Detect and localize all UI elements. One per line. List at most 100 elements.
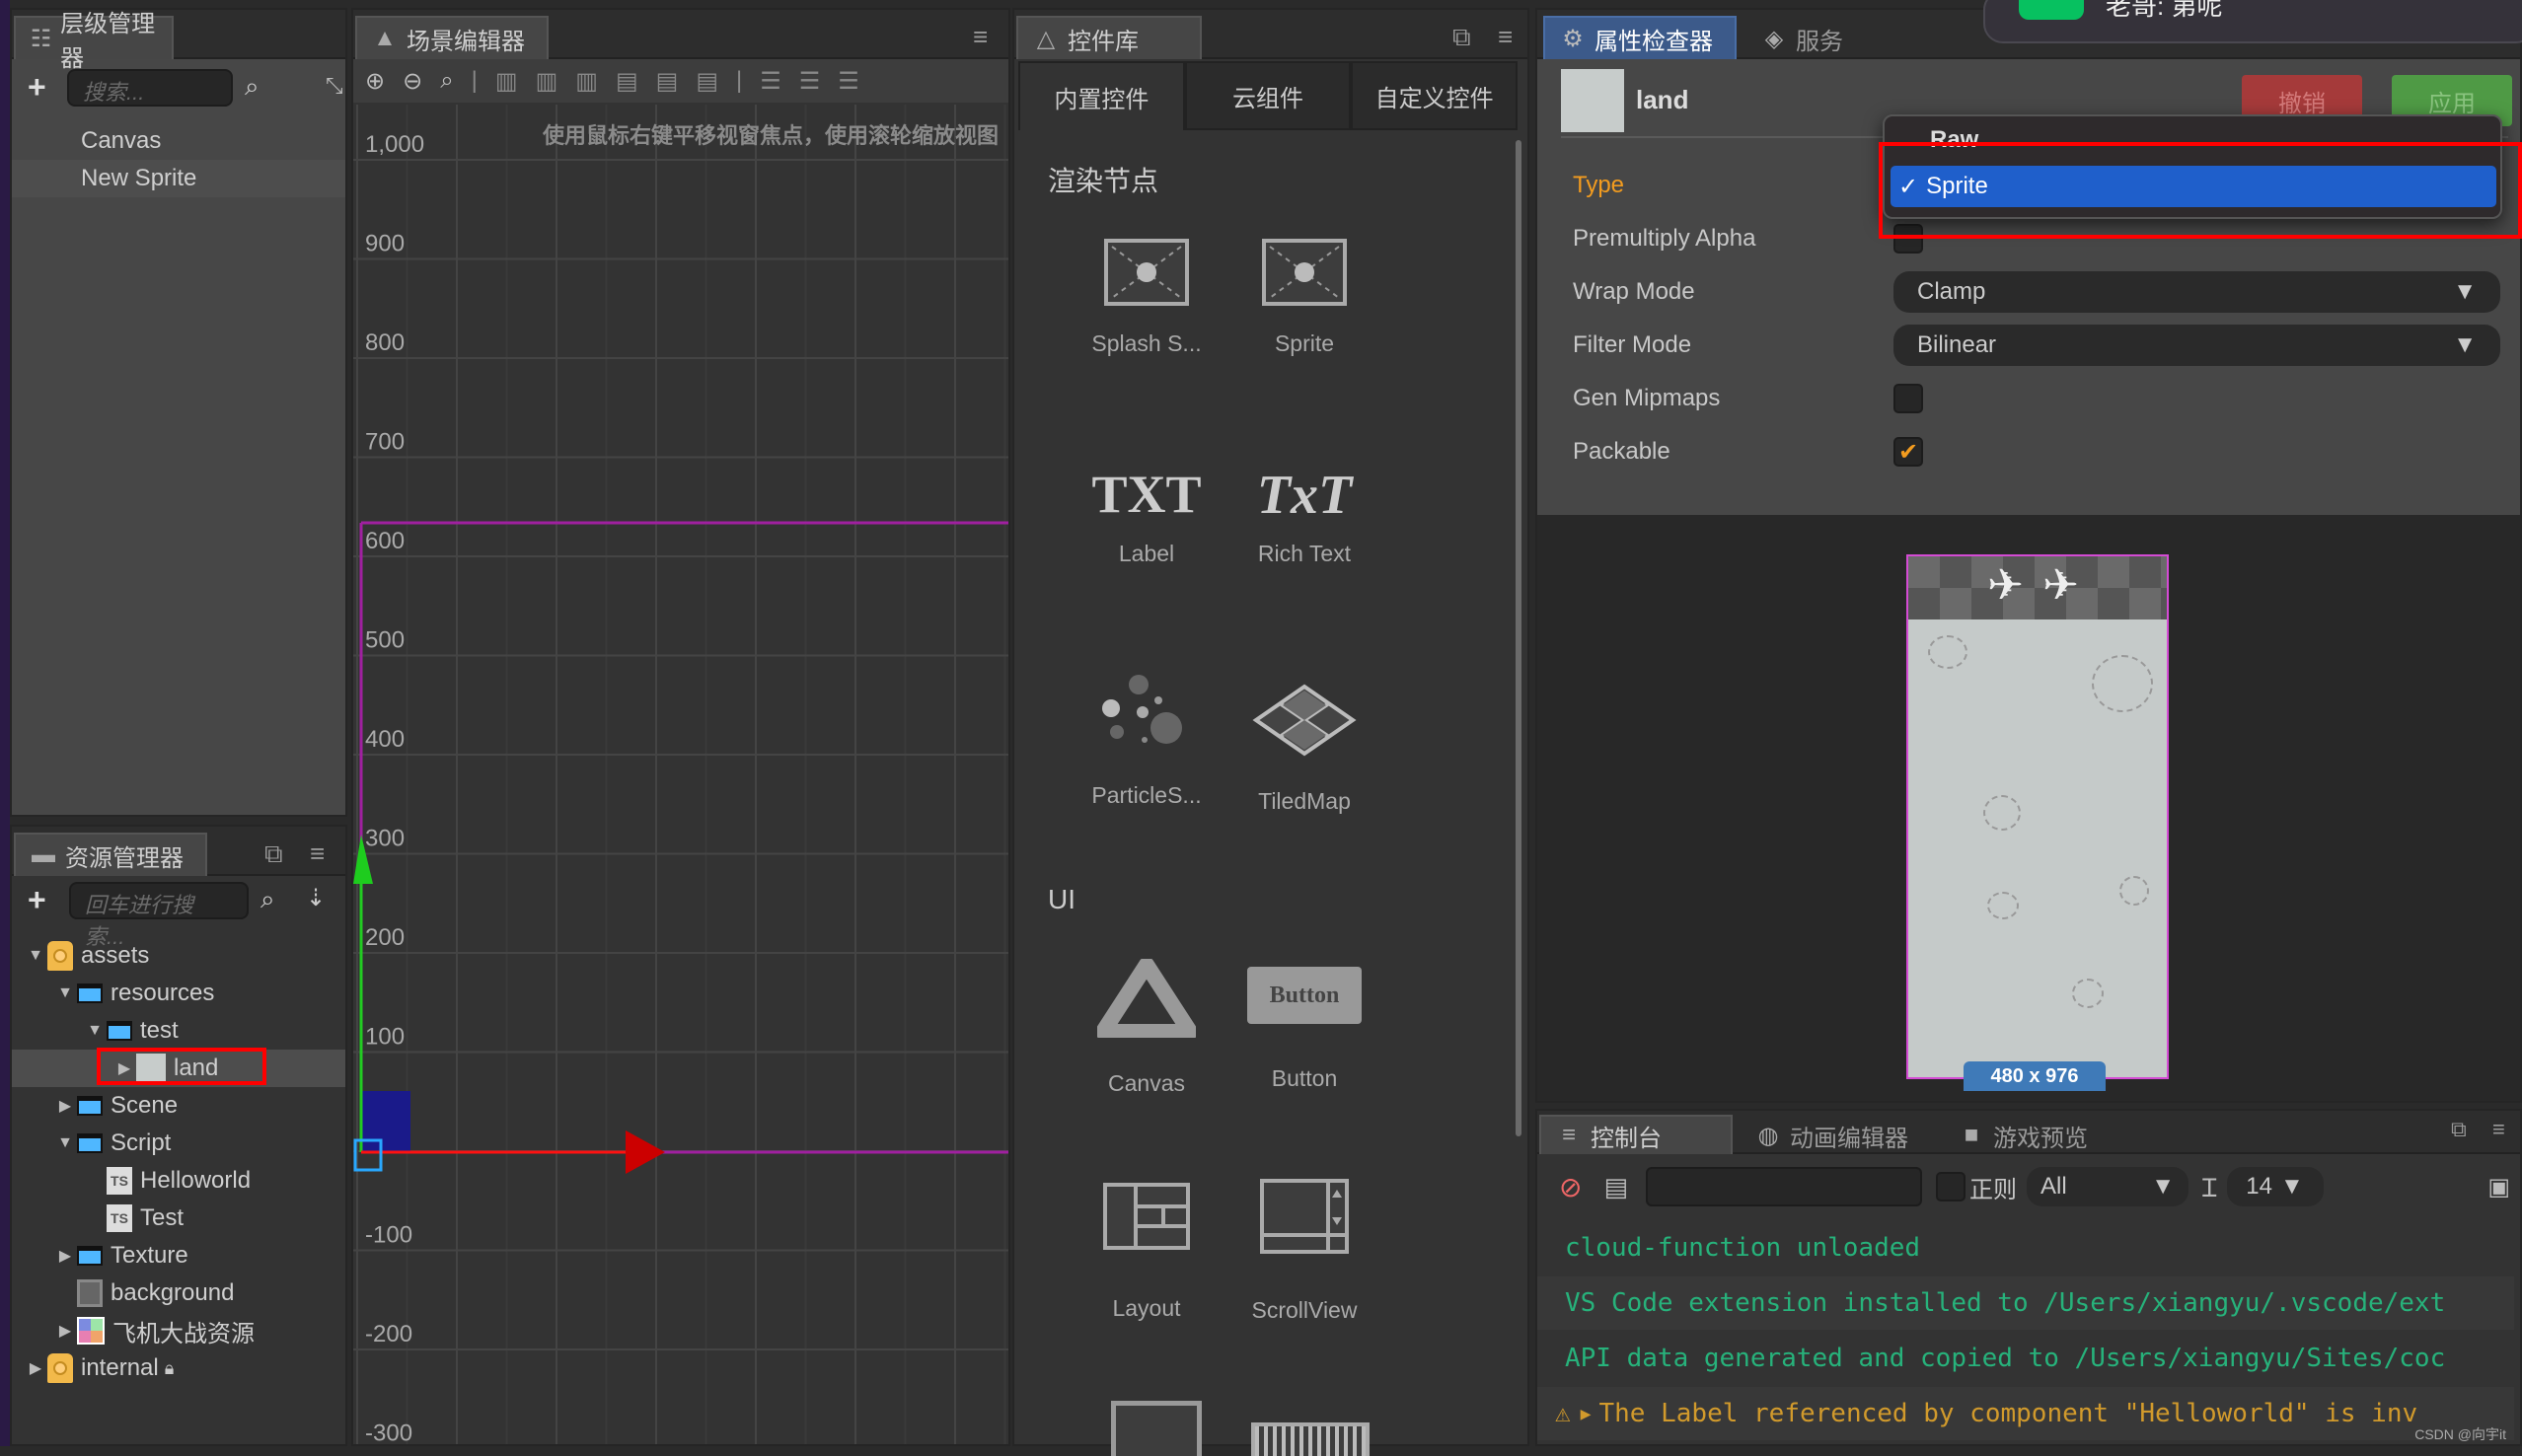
console-filter-input[interactable]	[1646, 1167, 1923, 1206]
font-size-select[interactable]: 14 ▼	[2226, 1167, 2324, 1206]
tab-animation-editor[interactable]: ◍ 动画编辑器	[1739, 1115, 1936, 1154]
widget-canvas[interactable]: Canvas	[1068, 957, 1225, 1097]
inspector-panel: ⚙ 属性检查器 ◈ 服务 land 撤销 应用 Type Premultiply…	[1535, 8, 2522, 1103]
zoom-in-icon[interactable]: ⊕	[365, 67, 385, 96]
file-icon[interactable]: ▤	[1603, 1172, 1628, 1202]
add-node-button[interactable]: +	[28, 69, 46, 106]
tab-hierarchy[interactable]: ☷ 层级管理器	[14, 11, 174, 72]
expand-down-icon[interactable]: ▼	[83, 1022, 107, 1040]
tab-widgets[interactable]: △ 控件库	[1016, 16, 1202, 59]
align-left-icon[interactable]: ▤	[616, 67, 638, 96]
asset-item-飞机大战资源[interactable]: ▶ 飞机大战资源	[12, 1312, 345, 1349]
asset-item-test[interactable]: ▼ test	[12, 1012, 345, 1050]
tab-inspector[interactable]: ⚙ 属性检查器	[1543, 16, 1737, 59]
asset-item-scene[interactable]: ▶ Scene	[12, 1087, 345, 1125]
tab-assets[interactable]: ▬ 资源管理器	[14, 833, 207, 876]
menu-icon[interactable]: ≡	[973, 22, 988, 52]
collapse-icon[interactable]: ▣	[2487, 1173, 2510, 1201]
distribute-bottom-icon[interactable]: ☰	[838, 67, 859, 96]
distribute-top-icon[interactable]: ☰	[760, 67, 781, 96]
align-vcenter-icon[interactable]: ▥	[536, 67, 558, 96]
widget-rich-text[interactable]: TxT Rich Text	[1225, 464, 1383, 567]
typescript-icon: TS	[107, 1167, 132, 1195]
log-entry[interactable]: cloud-function unloaded	[1537, 1221, 2514, 1274]
expand-right-icon[interactable]: ▶	[53, 1246, 77, 1266]
tab-services[interactable]: ◈ 服务	[1744, 16, 1863, 59]
widget-pageview-icon[interactable]	[1111, 1401, 1202, 1456]
align-right-icon[interactable]: ▤	[696, 67, 718, 96]
regex-checkbox[interactable]	[1936, 1172, 1966, 1201]
x-axis-arrow-icon	[626, 1130, 665, 1174]
hierarchy-item-canvas[interactable]: Canvas	[12, 122, 345, 160]
widget-progressbar-icon[interactable]	[1251, 1422, 1370, 1456]
menu-icon[interactable]: ≡	[310, 838, 325, 869]
warning-icon: ⚠	[1555, 1399, 1571, 1428]
notification-banner[interactable]: 老哥: 第呢	[1983, 0, 2522, 43]
asset-item-texture[interactable]: ▶ Texture	[12, 1237, 345, 1274]
tab-cloud[interactable]: 云组件	[1184, 61, 1352, 130]
wechat-icon	[2019, 0, 2084, 20]
expand-icon[interactable]: ▶	[1581, 1404, 1592, 1424]
filter-mode-select[interactable]: Bilinear ▼	[1893, 325, 2500, 366]
asset-item-script[interactable]: ▼ Script	[12, 1125, 345, 1162]
log-entry-warning[interactable]: ⚠ ▶ The Label referenced by component "H…	[1537, 1387, 2514, 1440]
asset-item-helloworld[interactable]: TS Helloworld	[12, 1162, 345, 1200]
gen-mipmaps-checkbox[interactable]	[1893, 384, 1923, 413]
expand-down-icon[interactable]: ▼	[53, 984, 77, 1002]
console-panel: ≡ 控制台 ◍ 动画编辑器 ■ 游戏预览 ⧉ ≡ ⊘ ▤ 正则 All ▼ Ɪ 1…	[1535, 1109, 2522, 1446]
asset-item-internal[interactable]: ▶ internal 🔒︎	[12, 1349, 345, 1387]
level-select[interactable]: All ▼	[2027, 1167, 2189, 1206]
align-hcenter-icon[interactable]: ▤	[656, 67, 679, 96]
align-bottom-icon[interactable]: ▥	[575, 67, 598, 96]
wrap-mode-select[interactable]: Clamp ▼	[1893, 271, 2500, 313]
expand-right-icon[interactable]: ▶	[53, 1321, 77, 1341]
asset-item-test[interactable]: TS Test	[12, 1200, 345, 1237]
scene-viewport[interactable]: 1,000 900 800 700 600 500 400 300 200 100 -100 -200…	[353, 105, 1008, 1444]
assets-search-input[interactable]: 回车进行搜索...	[69, 882, 249, 949]
popout-icon[interactable]: ⧉	[1452, 22, 1471, 53]
hierarchy-item-new-sprite[interactable]: New Sprite	[12, 160, 345, 197]
widget-particle-system[interactable]: ParticleS...	[1068, 671, 1225, 809]
widget-label[interactable]: TXT Label	[1068, 464, 1225, 567]
scrollbar[interactable]	[1516, 140, 1521, 1136]
widget-button[interactable]: Button Button	[1225, 967, 1383, 1092]
align-top-icon[interactable]: ▥	[495, 67, 518, 96]
add-asset-button[interactable]: +	[28, 882, 46, 918]
popout-icon[interactable]: ⧉	[264, 838, 283, 870]
tab-game-preview[interactable]: ■ 游戏预览	[1942, 1115, 2129, 1154]
expand-right-icon[interactable]: ▶	[24, 1358, 47, 1378]
search-icon[interactable]: ⌕	[245, 71, 260, 103]
distribute-vcenter-icon[interactable]: ☰	[799, 67, 821, 96]
collapse-icon[interactable]: ⤡	[326, 73, 343, 99]
clear-icon[interactable]: ⊘	[1559, 1171, 1582, 1203]
crater	[2072, 979, 2104, 1008]
expand-right-icon[interactable]: ▶	[53, 1096, 77, 1116]
widget-layout[interactable]: Layout	[1068, 1182, 1225, 1322]
expand-down-icon[interactable]: ▼	[53, 1134, 77, 1152]
tab-builtin[interactable]: 内置控件	[1018, 61, 1185, 130]
asset-item-background[interactable]: background	[12, 1274, 345, 1312]
widget-splash-sprite[interactable]: Splash S...	[1068, 237, 1225, 357]
widget-scrollview[interactable]: ScrollView	[1225, 1178, 1383, 1324]
menu-icon[interactable]: ≡	[1498, 22, 1513, 52]
log-entry[interactable]: VS Code extension installed to /Users/xi…	[1537, 1276, 2514, 1330]
asset-item-assets[interactable]: ▼ assets	[12, 937, 345, 975]
sort-icon[interactable]: ⇣	[306, 884, 326, 912]
expand-down-icon[interactable]: ▼	[24, 947, 47, 965]
popout-icon[interactable]: ⧉	[2451, 1117, 2467, 1142]
packable-checkbox[interactable]: ✔	[1893, 437, 1923, 467]
zoom-out-icon[interactable]: ⊖	[403, 67, 422, 96]
widget-tiledmap[interactable]: TiledMap	[1225, 681, 1383, 815]
menu-icon[interactable]: ≡	[2492, 1117, 2505, 1142]
crater	[1987, 892, 2019, 919]
services-icon: ◈	[1764, 25, 1784, 52]
hierarchy-search-input[interactable]: 搜索...	[67, 69, 233, 107]
asset-item-resources[interactable]: ▼ resources	[12, 975, 345, 1012]
search-icon[interactable]: ⌕	[260, 884, 275, 915]
tab-console[interactable]: ≡ 控制台	[1539, 1115, 1733, 1154]
tab-custom[interactable]: 自定义控件	[1351, 61, 1519, 130]
log-entry[interactable]: API data generated and copied to /Users/…	[1537, 1332, 2514, 1385]
zoom-reset-icon[interactable]: ⌕	[440, 67, 453, 95]
widget-sprite[interactable]: Sprite	[1225, 237, 1383, 357]
tab-scene[interactable]: ▲ 场景编辑器	[355, 16, 549, 59]
